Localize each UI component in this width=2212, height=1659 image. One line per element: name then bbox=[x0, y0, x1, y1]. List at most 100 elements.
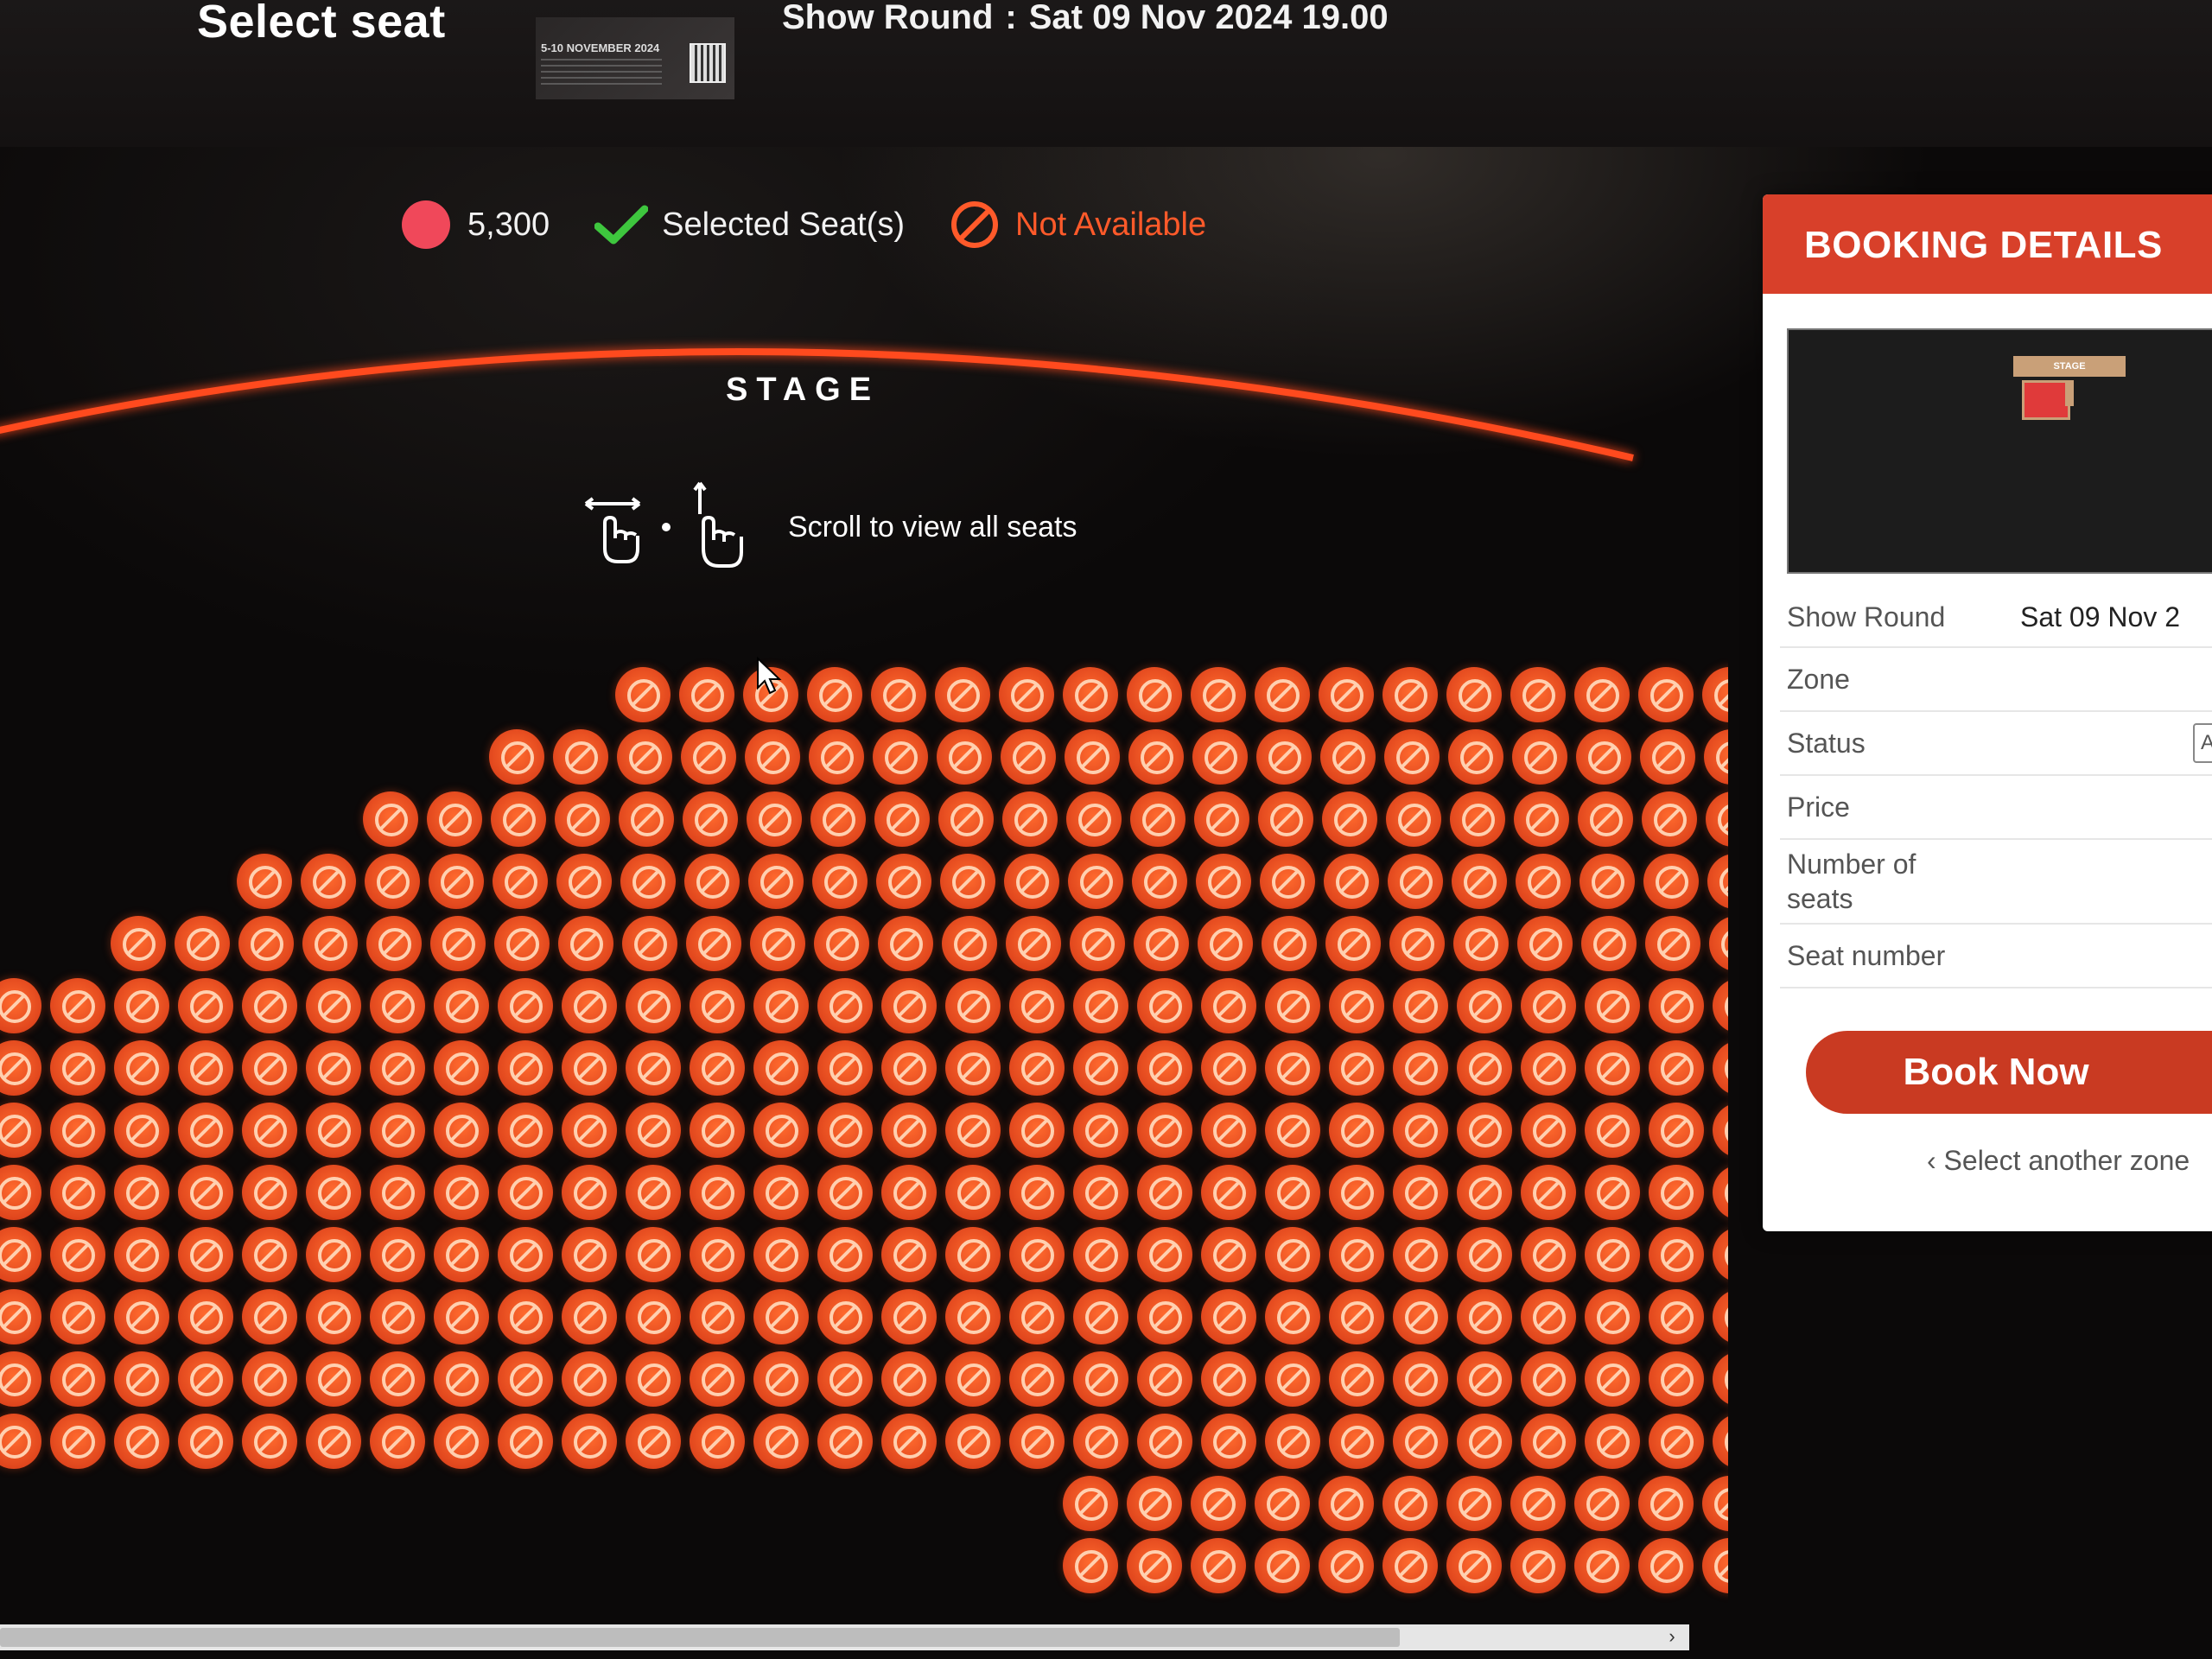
seat[interactable] bbox=[1329, 1103, 1384, 1158]
seat[interactable] bbox=[1132, 854, 1187, 909]
seat[interactable] bbox=[1512, 729, 1567, 785]
seat[interactable] bbox=[626, 1165, 681, 1220]
seat[interactable] bbox=[617, 729, 672, 785]
seat[interactable] bbox=[817, 1165, 873, 1220]
seat[interactable] bbox=[370, 1165, 425, 1220]
seat[interactable] bbox=[1137, 1351, 1192, 1407]
seat[interactable] bbox=[753, 1103, 809, 1158]
seat[interactable] bbox=[498, 1351, 553, 1407]
seat[interactable] bbox=[1393, 1414, 1448, 1469]
seat[interactable] bbox=[242, 1414, 297, 1469]
seat[interactable] bbox=[556, 854, 612, 909]
seat[interactable] bbox=[1393, 1289, 1448, 1344]
seat[interactable] bbox=[1585, 1040, 1640, 1096]
seat[interactable] bbox=[690, 1351, 745, 1407]
seat[interactable] bbox=[1393, 1227, 1448, 1282]
seat[interactable] bbox=[814, 916, 869, 971]
seat[interactable] bbox=[999, 667, 1054, 722]
seat[interactable] bbox=[748, 854, 804, 909]
seat[interactable] bbox=[1709, 916, 1728, 971]
seat[interactable] bbox=[50, 1351, 105, 1407]
seat[interactable] bbox=[370, 1227, 425, 1282]
seat[interactable] bbox=[434, 1414, 489, 1469]
seat[interactable] bbox=[1255, 667, 1310, 722]
seat[interactable] bbox=[1009, 978, 1065, 1033]
seat[interactable] bbox=[620, 854, 676, 909]
seat[interactable] bbox=[1258, 791, 1313, 847]
seat[interactable] bbox=[1521, 1414, 1576, 1469]
seat[interactable] bbox=[306, 1289, 361, 1344]
seat[interactable] bbox=[1201, 1103, 1256, 1158]
seat[interactable] bbox=[178, 1351, 233, 1407]
seat[interactable] bbox=[1068, 854, 1123, 909]
seat[interactable] bbox=[242, 978, 297, 1033]
seat[interactable] bbox=[306, 1227, 361, 1282]
seat[interactable] bbox=[1580, 854, 1635, 909]
seat[interactable] bbox=[434, 1103, 489, 1158]
seat[interactable] bbox=[945, 1351, 1001, 1407]
seat[interactable] bbox=[1070, 916, 1125, 971]
seat[interactable] bbox=[562, 1351, 617, 1407]
seat[interactable] bbox=[1137, 978, 1192, 1033]
seat[interactable] bbox=[50, 1103, 105, 1158]
seat[interactable] bbox=[817, 1289, 873, 1344]
seat[interactable] bbox=[1649, 1414, 1704, 1469]
seat[interactable] bbox=[1713, 978, 1728, 1033]
seat[interactable] bbox=[242, 1040, 297, 1096]
seat[interactable] bbox=[370, 1289, 425, 1344]
seat[interactable] bbox=[881, 1165, 937, 1220]
seat[interactable] bbox=[1457, 978, 1512, 1033]
seat[interactable] bbox=[1450, 791, 1505, 847]
seat[interactable] bbox=[114, 1103, 169, 1158]
seat[interactable] bbox=[873, 729, 928, 785]
seat[interactable] bbox=[619, 791, 674, 847]
seat[interactable] bbox=[114, 1351, 169, 1407]
seat[interactable] bbox=[1516, 854, 1571, 909]
seat[interactable] bbox=[0, 1040, 41, 1096]
seat[interactable] bbox=[1393, 978, 1448, 1033]
seat[interactable] bbox=[562, 1227, 617, 1282]
seat[interactable] bbox=[1194, 791, 1249, 847]
seat[interactable] bbox=[1009, 1227, 1065, 1282]
seat[interactable] bbox=[1585, 1227, 1640, 1282]
seat[interactable] bbox=[1255, 1476, 1310, 1531]
seat[interactable] bbox=[1009, 1351, 1065, 1407]
seat[interactable] bbox=[881, 1414, 937, 1469]
seat[interactable] bbox=[434, 1165, 489, 1220]
seat[interactable] bbox=[370, 1414, 425, 1469]
seat[interactable] bbox=[1137, 1289, 1192, 1344]
seat[interactable] bbox=[1073, 1289, 1128, 1344]
seat[interactable] bbox=[178, 1165, 233, 1220]
seat[interactable] bbox=[1329, 1351, 1384, 1407]
seat[interactable] bbox=[817, 1227, 873, 1282]
seat[interactable] bbox=[1073, 978, 1128, 1033]
seat[interactable] bbox=[1256, 729, 1312, 785]
seat[interactable] bbox=[301, 854, 356, 909]
seat[interactable] bbox=[1585, 1289, 1640, 1344]
seat[interactable] bbox=[753, 1040, 809, 1096]
seat[interactable] bbox=[1649, 1227, 1704, 1282]
seat[interactable] bbox=[0, 1103, 41, 1158]
seat[interactable] bbox=[1265, 1351, 1320, 1407]
seat[interactable] bbox=[237, 854, 292, 909]
seat[interactable] bbox=[114, 978, 169, 1033]
seat[interactable] bbox=[1063, 1538, 1118, 1593]
seat[interactable] bbox=[1006, 916, 1061, 971]
seat[interactable] bbox=[1649, 1165, 1704, 1220]
seat[interactable] bbox=[114, 1040, 169, 1096]
seat[interactable] bbox=[1382, 667, 1438, 722]
seat[interactable] bbox=[683, 791, 738, 847]
seat[interactable] bbox=[747, 791, 802, 847]
seat[interactable] bbox=[1642, 791, 1697, 847]
seat[interactable] bbox=[1009, 1289, 1065, 1344]
seat[interactable] bbox=[1265, 1103, 1320, 1158]
seat[interactable] bbox=[684, 854, 740, 909]
seat[interactable] bbox=[681, 729, 736, 785]
seat[interactable] bbox=[1585, 978, 1640, 1033]
seat[interactable] bbox=[306, 1165, 361, 1220]
seat[interactable] bbox=[1521, 1351, 1576, 1407]
seat[interactable] bbox=[1457, 1103, 1512, 1158]
seat[interactable] bbox=[1322, 791, 1377, 847]
seat[interactable] bbox=[1393, 1165, 1448, 1220]
seat[interactable] bbox=[1382, 1538, 1438, 1593]
